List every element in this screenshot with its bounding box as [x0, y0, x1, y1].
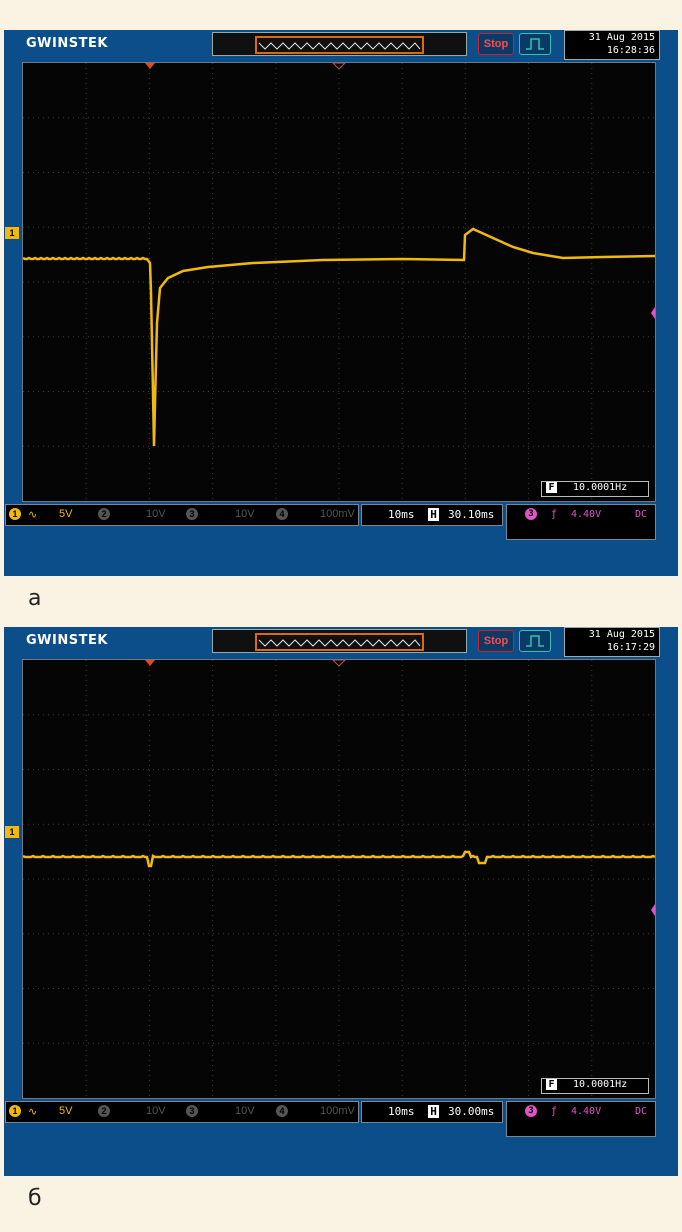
timebase-bar[interactable]: 10ms H 30.10ms [361, 504, 503, 526]
memory-overview-bar[interactable] [212, 629, 467, 653]
caption-a: а [28, 586, 42, 611]
channel-status-bar: 1 ∿ 5V 2 10V 3 10V 4 100mV [5, 1101, 359, 1123]
frequency-value: 10.0001Hz [573, 482, 628, 493]
trigger-status-icon[interactable] [519, 630, 551, 652]
memory-overview-bar[interactable] [212, 32, 467, 56]
trigger-position-marker [145, 63, 155, 69]
coupling-icon: ∿ [28, 1106, 38, 1118]
coupling-icon: ∿ [28, 509, 38, 521]
ch4-icon[interactable]: 4 [276, 1105, 288, 1117]
ch2-icon[interactable]: 2 [98, 508, 110, 520]
ch3-icon[interactable]: 3 [186, 508, 198, 520]
run-stop-button[interactable]: Stop [478, 630, 514, 652]
ch2-scale: 10V [146, 508, 166, 520]
ch1-icon[interactable]: 1 [9, 1105, 21, 1117]
waveform-display: F 10.0001Hz [22, 659, 656, 1099]
scope-panel-a: GWINSTEK Stop 31 Aug 2015 16:28:36 F 10.… [4, 30, 678, 576]
waveform-display: F 10.0001Hz [22, 62, 656, 502]
datetime-display: 31 Aug 2015 16:17:29 [564, 627, 660, 657]
timebase-value: 10ms [388, 1105, 415, 1118]
h-position-icon: H [428, 508, 439, 521]
trigger-source-icon: 3 [525, 508, 537, 520]
ch1-scale: 5V [59, 1105, 73, 1117]
ch3-scale: 10V [235, 508, 255, 520]
freq-icon: F [546, 482, 557, 493]
ch3-icon[interactable]: 3 [186, 1105, 198, 1117]
time-label: 16:17:29 [606, 642, 655, 653]
ch1-level-marker[interactable]: 1 [5, 826, 19, 838]
frequency-readout: F 10.0001Hz [541, 481, 649, 497]
waveform-plot [23, 63, 655, 501]
trigger-level: 4.40V [571, 509, 602, 520]
trigger-coupling: DC [635, 1106, 648, 1117]
h-position-value: 30.00ms [448, 1105, 495, 1118]
frequency-value: 10.0001Hz [573, 1079, 628, 1090]
h-position-icon: H [428, 1105, 439, 1118]
timebase-value: 10ms [388, 508, 415, 521]
scope-panel-b: GWINSTEK Stop 31 Aug 2015 16:17:29 F 10.… [4, 627, 678, 1176]
frequency-readout: F 10.0001Hz [541, 1078, 649, 1094]
trigger-settings[interactable]: 3 ƒ 4.40V DC [506, 504, 656, 540]
ch4-scale: 100mV [320, 1105, 355, 1117]
overview-wave-icon [258, 639, 421, 647]
trigger-position-marker [145, 660, 155, 666]
date-label: 31 Aug 2015 [588, 629, 655, 640]
run-stop-button[interactable]: Stop [478, 33, 514, 55]
overview-window[interactable] [255, 633, 424, 651]
trigger-level-marker [651, 904, 655, 916]
slope-icon: ƒ [551, 1106, 558, 1117]
trigger-status-icon[interactable] [519, 33, 551, 55]
ch3-scale: 10V [235, 1105, 255, 1117]
ch1-icon[interactable]: 1 [9, 508, 21, 520]
datetime-display: 31 Aug 2015 16:28:36 [564, 30, 660, 60]
time-label: 16:28:36 [606, 45, 655, 56]
trigger-source-icon: 3 [525, 1105, 537, 1117]
waveform-plot [23, 660, 655, 1098]
brand-logo: GWINSTEK [26, 36, 108, 51]
ch2-icon[interactable]: 2 [98, 1105, 110, 1117]
ch1-level-marker[interactable]: 1 [5, 227, 19, 239]
freq-icon: F [546, 1079, 557, 1090]
trigger-coupling: DC [635, 509, 648, 520]
ch4-scale: 100mV [320, 508, 355, 520]
ch1-trace [23, 850, 655, 868]
trigger-settings[interactable]: 3 ƒ 4.40V DC [506, 1101, 656, 1137]
ch2-scale: 10V [146, 1105, 166, 1117]
overview-wave-icon [258, 42, 421, 50]
ch1-scale: 5V [59, 508, 73, 520]
h-position-value: 30.10ms [448, 508, 495, 521]
date-label: 31 Aug 2015 [588, 32, 655, 43]
caption-b: б [28, 1186, 42, 1211]
trigger-level: 4.40V [571, 1106, 602, 1117]
brand-logo: GWINSTEK [26, 633, 108, 648]
slope-icon: ƒ [551, 509, 558, 520]
channel-status-bar: 1 ∿ 5V 2 10V 3 10V 4 100mV [5, 504, 359, 526]
ch4-icon[interactable]: 4 [276, 508, 288, 520]
overview-window[interactable] [255, 36, 424, 54]
trigger-level-marker [651, 307, 655, 319]
timebase-bar[interactable]: 10ms H 30.00ms [361, 1101, 503, 1123]
